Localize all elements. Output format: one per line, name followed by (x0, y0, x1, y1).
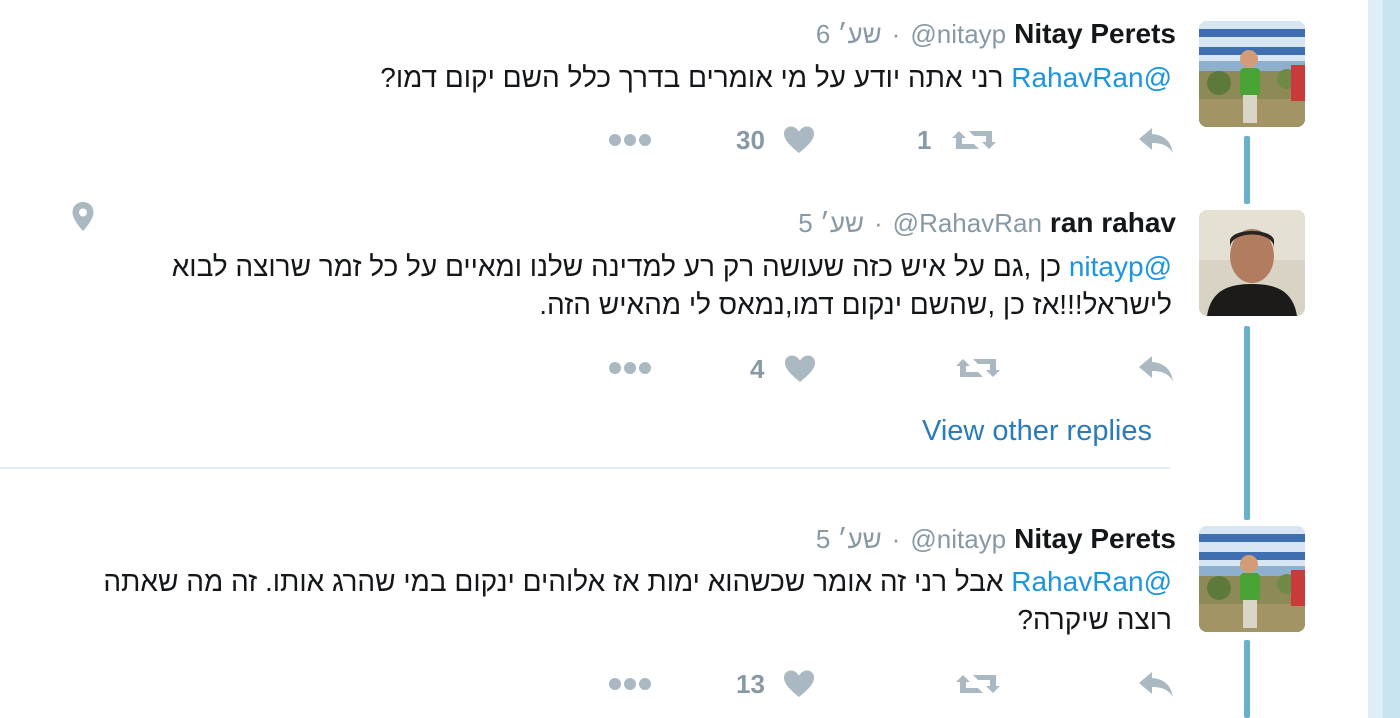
reply-icon (1139, 356, 1173, 381)
mention-link[interactable]: @RahavRan (1011, 566, 1172, 597)
user-name[interactable]: Nitay Perets (1014, 523, 1176, 555)
tweet-header: Nitay Perets @nitayp · 5 שע׳ (816, 523, 1176, 557)
mention-link[interactable]: @nitayp (1069, 251, 1172, 282)
tweet-text-line: לישראל!!!אז כן ,שהשם ינקום דמו,נמאס לי מ… (539, 289, 1172, 320)
like-button[interactable]: 13 (736, 664, 815, 704)
tweet-header: Nitay Perets @nitayp · 6 שע׳ (816, 18, 1176, 52)
retweet-button[interactable] (955, 348, 1001, 388)
reply-button[interactable] (1137, 120, 1175, 160)
reply-icon (1139, 672, 1173, 697)
like-count: 13 (736, 668, 765, 699)
tweet-text: @nitayp כן ,גם על איש כזה שעושה רק רע למ… (172, 248, 1172, 324)
tweet-timestamp[interactable]: 5 שע׳ (816, 524, 882, 555)
thread-line (1244, 326, 1250, 520)
like-button[interactable]: 4 (750, 349, 816, 389)
scrollbar-track[interactable] (1383, 0, 1400, 718)
tweet-text: @RahavRan אבל רני זה אומר שכשהוא ימות אז… (103, 563, 1172, 639)
tweet-text-line: כן ,גם על איש כזה שעושה רק רע למדינה שלנ… (171, 251, 1062, 282)
more-button[interactable] (608, 120, 652, 160)
more-button[interactable] (608, 664, 652, 704)
avatar[interactable] (1199, 210, 1305, 316)
user-name[interactable]: Nitay Perets (1014, 18, 1176, 50)
thread-line (1244, 640, 1250, 718)
tweet-text-line: אבל רני זה אומר שכשהוא ימות אז אלוהים ינ… (103, 566, 1004, 597)
separator: · (891, 524, 901, 554)
reply-icon (1139, 128, 1173, 153)
retweet-button[interactable] (955, 664, 1001, 704)
avatar[interactable] (1199, 526, 1305, 632)
retweet-icon (956, 675, 1000, 693)
reply-button[interactable] (1137, 664, 1175, 704)
avatar[interactable] (1199, 21, 1305, 127)
like-count: 4 (750, 353, 765, 384)
separator: · (891, 19, 901, 49)
view-other-replies-link[interactable]: View other replies (922, 415, 1152, 448)
more-dots-icon (609, 134, 651, 146)
retweet-count: 1 (917, 124, 932, 155)
user-handle[interactable]: @nitayp (910, 524, 1006, 555)
tweet-timestamp[interactable]: 5 שע׳ (798, 208, 864, 239)
heart-icon (785, 355, 816, 382)
tweet-header: ran rahav @RahavRan · 5 שע׳ (798, 207, 1176, 241)
like-button[interactable]: 30 (736, 120, 815, 160)
divider (0, 467, 1170, 469)
retweet-icon (952, 131, 997, 149)
heart-icon (783, 126, 814, 153)
more-button[interactable] (608, 348, 652, 388)
mention-link[interactable]: @RahavRan (1011, 62, 1172, 93)
tweet-timestamp[interactable]: 6 שע׳ (816, 19, 882, 50)
reply-button[interactable] (1137, 348, 1175, 388)
separator: · (874, 208, 883, 238)
tweet-text: @RahavRan רני אתה יודע על מי אומרים בדרך… (380, 59, 1172, 97)
retweet-button[interactable]: 1 (917, 120, 997, 160)
user-handle[interactable]: @RahavRan (893, 208, 1042, 239)
tweet-text-line: רוצה שיקרה? (1017, 604, 1172, 635)
user-handle[interactable]: @nitayp (910, 19, 1006, 50)
thread-line (1244, 136, 1250, 204)
tweet-text-line: רני אתה יודע על מי אומרים בדרך כלל השם י… (380, 62, 1004, 93)
location-pin-icon[interactable] (70, 200, 96, 239)
user-name[interactable]: ran rahav (1050, 207, 1176, 239)
more-dots-icon (609, 362, 651, 374)
retweet-icon (956, 359, 1000, 377)
heart-icon (783, 670, 814, 697)
like-count: 30 (736, 124, 765, 155)
more-dots-icon (609, 678, 651, 690)
